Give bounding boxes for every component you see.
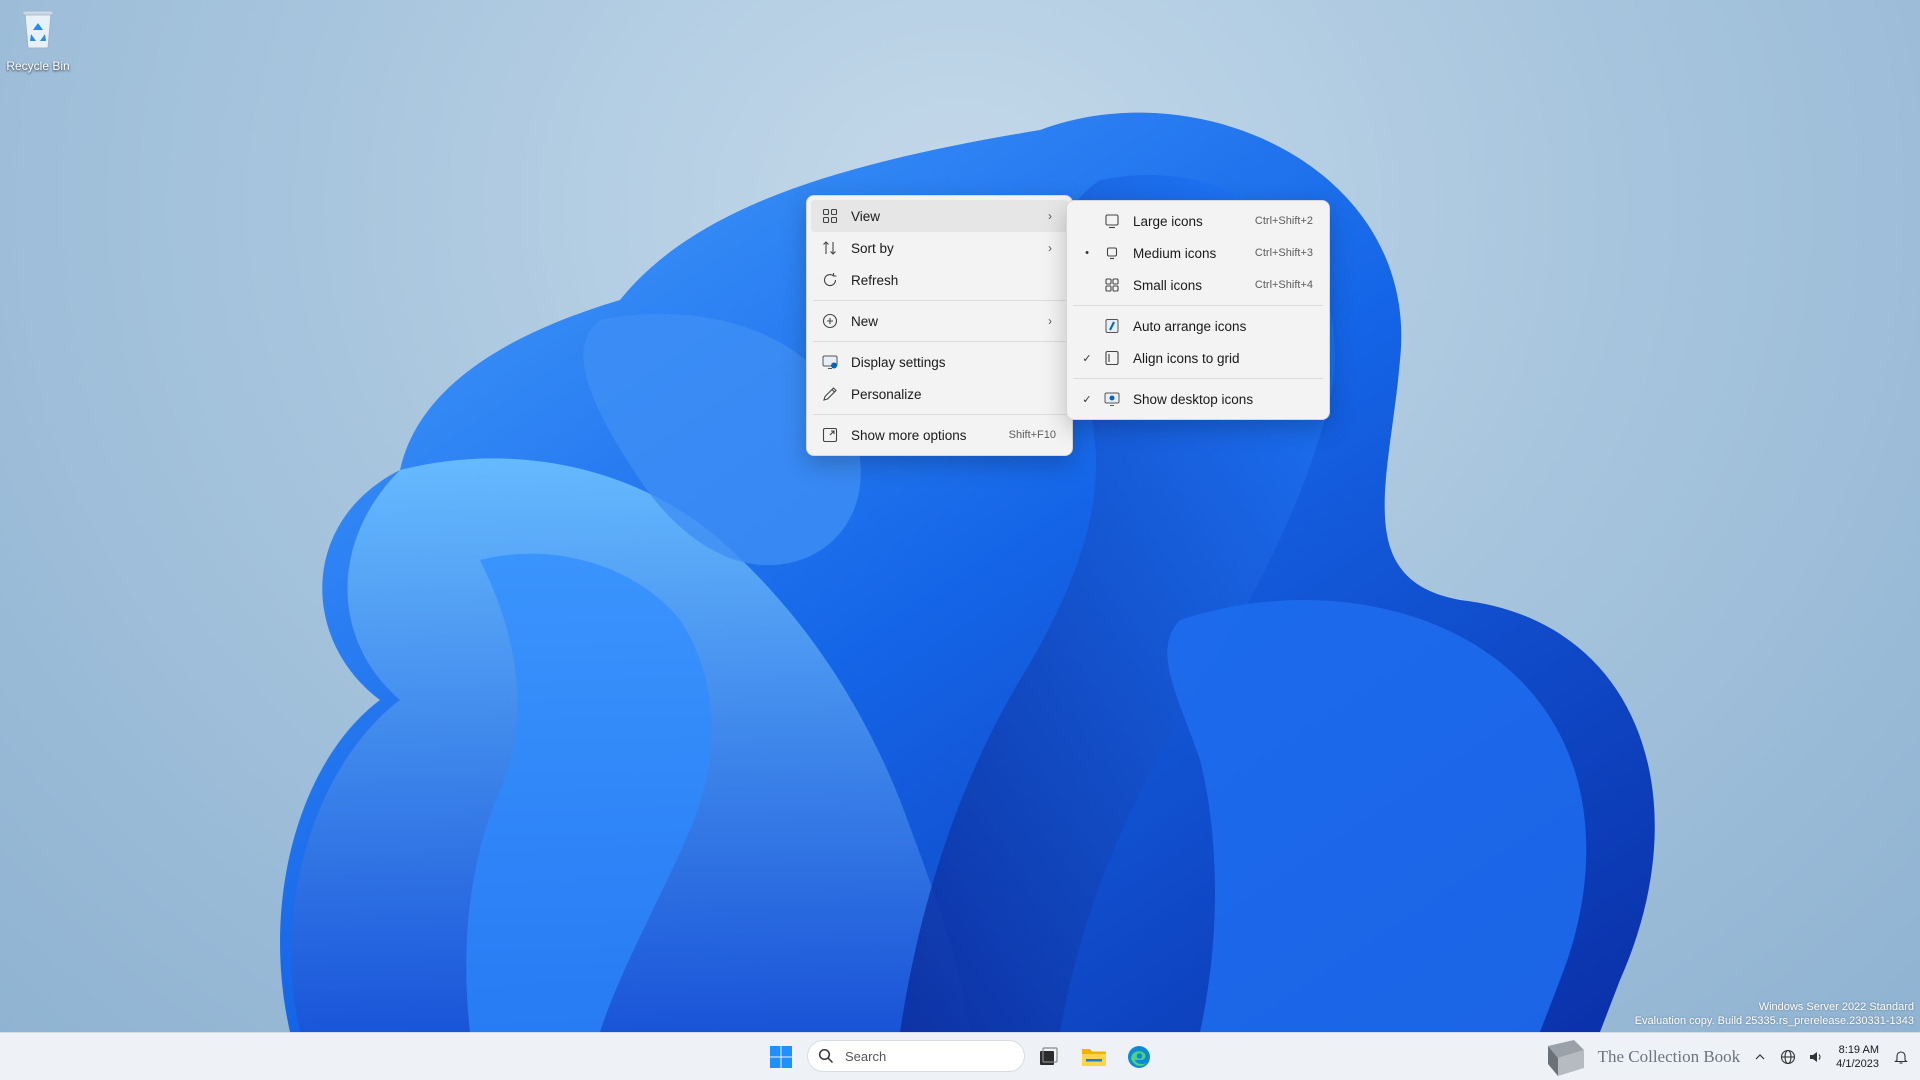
windows-logo-icon bbox=[770, 1046, 792, 1068]
menu-separator bbox=[813, 414, 1066, 415]
volume-icon[interactable] bbox=[1807, 1048, 1825, 1066]
menu-item-label: View bbox=[851, 208, 881, 224]
menu-separator bbox=[813, 300, 1066, 301]
menu-item-label: Display settings bbox=[851, 354, 946, 370]
check-icon: ✓ bbox=[1082, 352, 1092, 365]
chevron-up-icon[interactable] bbox=[1751, 1048, 1769, 1066]
submenu-item-label: Small icons bbox=[1133, 277, 1203, 293]
taskbar-clock[interactable]: 8:19 AM 4/1/2023 bbox=[1836, 1043, 1879, 1071]
medium-icons-icon bbox=[1103, 244, 1121, 262]
menu-item-display-settings[interactable]: Display settings bbox=[811, 346, 1068, 378]
menu-item-refresh[interactable]: Refresh bbox=[811, 264, 1068, 296]
edge-browser-button[interactable] bbox=[1121, 1039, 1157, 1075]
submenu-item-shortcut: Ctrl+Shift+2 bbox=[1254, 215, 1313, 227]
new-plus-icon bbox=[821, 312, 839, 330]
watermark-edition: Windows Server 2022 Standard bbox=[1758, 1001, 1914, 1013]
folder-icon bbox=[1082, 1049, 1106, 1066]
desktop[interactable]: Recycle Bin Windows Server 2022 Standard… bbox=[0, 0, 1920, 1032]
submenu-item-label: Auto arrange icons bbox=[1133, 318, 1247, 334]
network-globe-icon[interactable] bbox=[1779, 1048, 1797, 1066]
submenu-item-show-desktop-icons[interactable]: ✓ Show desktop icons bbox=[1071, 383, 1325, 415]
submenu-item-shortcut: Ctrl+Shift+3 bbox=[1254, 247, 1313, 259]
file-explorer-button[interactable] bbox=[1076, 1039, 1112, 1075]
search-icon bbox=[818, 1048, 834, 1064]
submenu-item-label: Show desktop icons bbox=[1133, 391, 1254, 407]
recycle-bin-icon bbox=[22, 10, 54, 49]
chevron-right-icon: › bbox=[1048, 209, 1052, 223]
wallpaper-bloom bbox=[280, 112, 1655, 1032]
submenu-item-align-to-grid[interactable]: ✓ Align icons to grid bbox=[1071, 342, 1325, 374]
display-icon bbox=[821, 353, 839, 371]
submenu-item-large-icons[interactable]: Large icons Ctrl+Shift+2 bbox=[1071, 205, 1325, 237]
tray-logo-text: The Collection Book bbox=[1597, 1047, 1741, 1066]
menu-separator bbox=[1073, 378, 1323, 379]
edge-icon bbox=[1128, 1046, 1150, 1068]
menu-item-label: New bbox=[851, 313, 879, 329]
refresh-icon bbox=[821, 271, 839, 289]
submenu-item-label: Align icons to grid bbox=[1133, 350, 1240, 366]
selection-mark: • bbox=[1085, 247, 1089, 259]
submenu-item-shortcut: Ctrl+Shift+4 bbox=[1254, 279, 1313, 291]
menu-item-personalize[interactable]: Personalize bbox=[811, 378, 1068, 410]
align-grid-icon bbox=[1103, 349, 1121, 367]
clock-time: 8:19 AM bbox=[1838, 1044, 1879, 1056]
menu-item-label: Personalize bbox=[851, 386, 922, 402]
submenu-item-medium-icons[interactable]: • Medium icons Ctrl+Shift+3 bbox=[1071, 237, 1325, 269]
view-submenu: Large icons Ctrl+Shift+2 • Medium icons … bbox=[1066, 200, 1330, 420]
menu-item-label: Sort by bbox=[851, 240, 894, 256]
menu-separator bbox=[813, 341, 1066, 342]
sort-icon bbox=[821, 239, 839, 257]
chevron-right-icon: › bbox=[1048, 241, 1052, 255]
menu-item-label: Refresh bbox=[851, 272, 899, 288]
watermark-build: Evaluation copy. Build 25335.rs_prerelea… bbox=[1634, 1015, 1914, 1027]
notification-icon[interactable] bbox=[1892, 1048, 1910, 1066]
taskbar: The Collection Book 8:19 AM 4/1/2023 bbox=[0, 1032, 1920, 1080]
submenu-item-label: Medium icons bbox=[1133, 245, 1217, 261]
chevron-right-icon: › bbox=[1048, 314, 1052, 328]
large-icons-icon bbox=[1103, 212, 1121, 230]
start-button[interactable] bbox=[763, 1039, 799, 1075]
submenu-item-auto-arrange[interactable]: Auto arrange icons bbox=[1071, 310, 1325, 342]
task-view-button[interactable] bbox=[1030, 1039, 1066, 1075]
book-icon bbox=[1547, 1040, 1584, 1076]
view-grid-icon bbox=[821, 207, 839, 225]
menu-item-show-more-options[interactable]: Show more options Shift+F10 bbox=[811, 419, 1068, 451]
system-tray: The Collection Book 8:19 AM 4/1/2023 bbox=[1540, 1033, 1920, 1080]
search-input[interactable] bbox=[843, 1047, 1007, 1065]
menu-item-label: Show more options bbox=[851, 427, 967, 443]
menu-separator bbox=[1073, 305, 1323, 306]
recycle-bin-shortcut[interactable]: Recycle Bin bbox=[4, 8, 72, 73]
submenu-item-small-icons[interactable]: Small icons Ctrl+Shift+4 bbox=[1071, 269, 1325, 301]
auto-arrange-icon bbox=[1103, 317, 1121, 335]
submenu-item-label: Large icons bbox=[1133, 213, 1203, 229]
check-icon: ✓ bbox=[1082, 393, 1092, 406]
small-icons-icon bbox=[1103, 276, 1121, 294]
menu-item-view[interactable]: View › bbox=[811, 200, 1068, 232]
desktop-context-menu: View › Sort by › Refresh New › Display s… bbox=[806, 195, 1073, 456]
recycle-bin-label: Recycle Bin bbox=[6, 59, 70, 73]
menu-item-shortcut: Shift+F10 bbox=[1008, 429, 1056, 441]
show-desktop-icon bbox=[1103, 390, 1121, 408]
menu-item-sort-by[interactable]: Sort by › bbox=[811, 232, 1068, 264]
taskbar-search[interactable] bbox=[807, 1040, 1025, 1072]
clock-date: 4/1/2023 bbox=[1836, 1058, 1879, 1070]
tray-logo: The Collection Book bbox=[1540, 1036, 1741, 1078]
os-watermark: Windows Server 2022 Standard Evaluation … bbox=[1635, 1000, 1914, 1028]
task-view-icon bbox=[1040, 1047, 1058, 1065]
menu-item-new[interactable]: New › bbox=[811, 305, 1068, 337]
pen-icon bbox=[821, 385, 839, 403]
more-options-icon bbox=[821, 426, 839, 444]
